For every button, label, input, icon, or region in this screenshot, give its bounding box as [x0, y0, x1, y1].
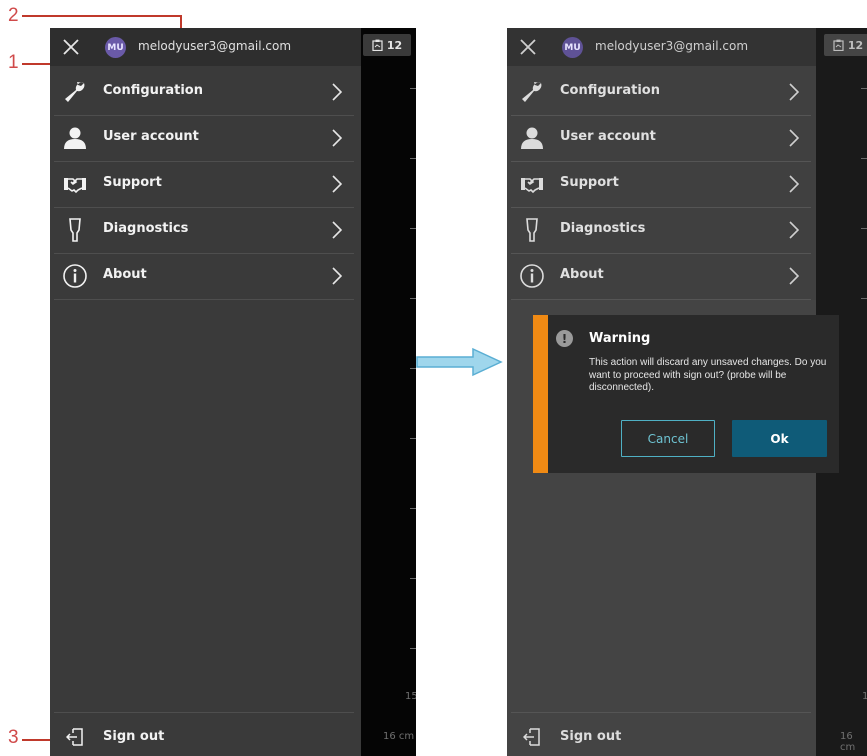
chevron-right-icon: [789, 83, 799, 101]
handshake-icon: [521, 178, 543, 194]
badge-value: 12: [386, 38, 403, 52]
sign-out-label: Sign out: [103, 729, 165, 744]
depth-value: 15: [405, 691, 416, 702]
callout-number-3: 3: [8, 727, 19, 748]
menu-label-configuration: Configuration: [560, 83, 660, 98]
menu-label-about: About: [103, 267, 147, 282]
ok-button[interactable]: Ok: [732, 420, 827, 457]
dialog-title: Warning: [589, 331, 651, 346]
depth-value: 15: [862, 691, 867, 702]
clipboard-icon: [833, 39, 844, 51]
menu-label-user-account: User account: [103, 129, 199, 144]
menu-item-about[interactable]: About: [54, 253, 354, 300]
menu-item-diagnostics[interactable]: Diagnostics: [511, 207, 811, 254]
chevron-right-icon: [332, 221, 342, 239]
depth-label: 16 cm: [840, 731, 856, 753]
wrench-icon: [522, 82, 542, 102]
drawer-header: MU melodyuser3@gmail.com: [50, 28, 361, 66]
sign-out-icon: [66, 728, 83, 746]
transition-arrow: [416, 347, 503, 377]
callout-number-2: 2: [8, 5, 19, 26]
user-icon: [64, 127, 86, 149]
sign-out-icon: [523, 728, 540, 746]
menu-item-user-account[interactable]: User account: [511, 115, 811, 162]
menu-label-user-account: User account: [560, 129, 656, 144]
chevron-right-icon: [789, 175, 799, 193]
chevron-right-icon: [789, 129, 799, 147]
callout-line-2: [22, 15, 182, 17]
user-email: melodyuser3@gmail.com: [138, 39, 292, 53]
menu-item-support[interactable]: Support: [54, 161, 354, 208]
menu-item-diagnostics[interactable]: Diagnostics: [54, 207, 354, 254]
patient-badge[interactable]: 12: [363, 34, 411, 56]
menu-label-support: Support: [560, 175, 619, 190]
menu-label-configuration: Configuration: [103, 83, 203, 98]
divider: [511, 712, 811, 713]
warning-dialog: ! Warning This action will discard any u…: [533, 315, 839, 473]
image-strip: 15 16 cm 12: [361, 28, 416, 756]
probe-icon: [69, 218, 81, 242]
drawer-header: MU melodyuser3@gmail.com: [507, 28, 816, 66]
navigation-drawer: MU melodyuser3@gmail.com Configuration U…: [50, 28, 361, 756]
menu-item-configuration[interactable]: Configuration: [511, 69, 811, 116]
menu-item-configuration[interactable]: Configuration: [54, 69, 354, 116]
handshake-icon: [64, 178, 86, 194]
chevron-right-icon: [332, 175, 342, 193]
close-icon[interactable]: [62, 38, 80, 56]
screen-sign-out-warning: 15 16 cm 12 MU melodyuser3@gmail.com Con…: [507, 28, 867, 756]
sign-out-label: Sign out: [560, 729, 622, 744]
sign-out-button[interactable]: Sign out: [507, 718, 818, 756]
close-icon[interactable]: [519, 38, 537, 56]
menu-item-about[interactable]: About: [511, 253, 811, 300]
avatar[interactable]: MU: [105, 37, 126, 58]
screen-menu-open: 15 16 cm 12 MU melodyuser3@gmail.com Con…: [50, 28, 416, 756]
info-icon: [520, 264, 544, 288]
menu-label-support: Support: [103, 175, 162, 190]
menu-label-diagnostics: Diagnostics: [103, 221, 189, 236]
warning-accent-bar: [533, 315, 548, 473]
user-email: melodyuser3@gmail.com: [595, 39, 749, 53]
menu-label-diagnostics: Diagnostics: [560, 221, 646, 236]
chevron-right-icon: [332, 83, 342, 101]
depth-label: 16 cm: [383, 731, 415, 742]
chevron-right-icon: [332, 267, 342, 285]
menu-label-about: About: [560, 267, 604, 282]
warning-icon: !: [556, 330, 573, 347]
badge-value: 12: [847, 38, 864, 52]
info-icon: [63, 264, 87, 288]
patient-badge[interactable]: 12: [824, 34, 867, 56]
dialog-message: This action will discard any unsaved cha…: [589, 357, 827, 393]
wrench-icon: [65, 82, 85, 102]
menu-item-support[interactable]: Support: [511, 161, 811, 208]
avatar[interactable]: MU: [562, 37, 583, 58]
cancel-button[interactable]: Cancel: [621, 420, 715, 457]
sign-out-button[interactable]: Sign out: [50, 718, 361, 756]
menu-item-user-account[interactable]: User account: [54, 115, 354, 162]
chevron-right-icon: [789, 221, 799, 239]
divider: [54, 712, 354, 713]
probe-icon: [526, 218, 538, 242]
callout-number-1: 1: [8, 52, 19, 73]
user-icon: [521, 127, 543, 149]
chevron-right-icon: [789, 267, 799, 285]
clipboard-icon: [372, 39, 383, 51]
chevron-right-icon: [332, 129, 342, 147]
